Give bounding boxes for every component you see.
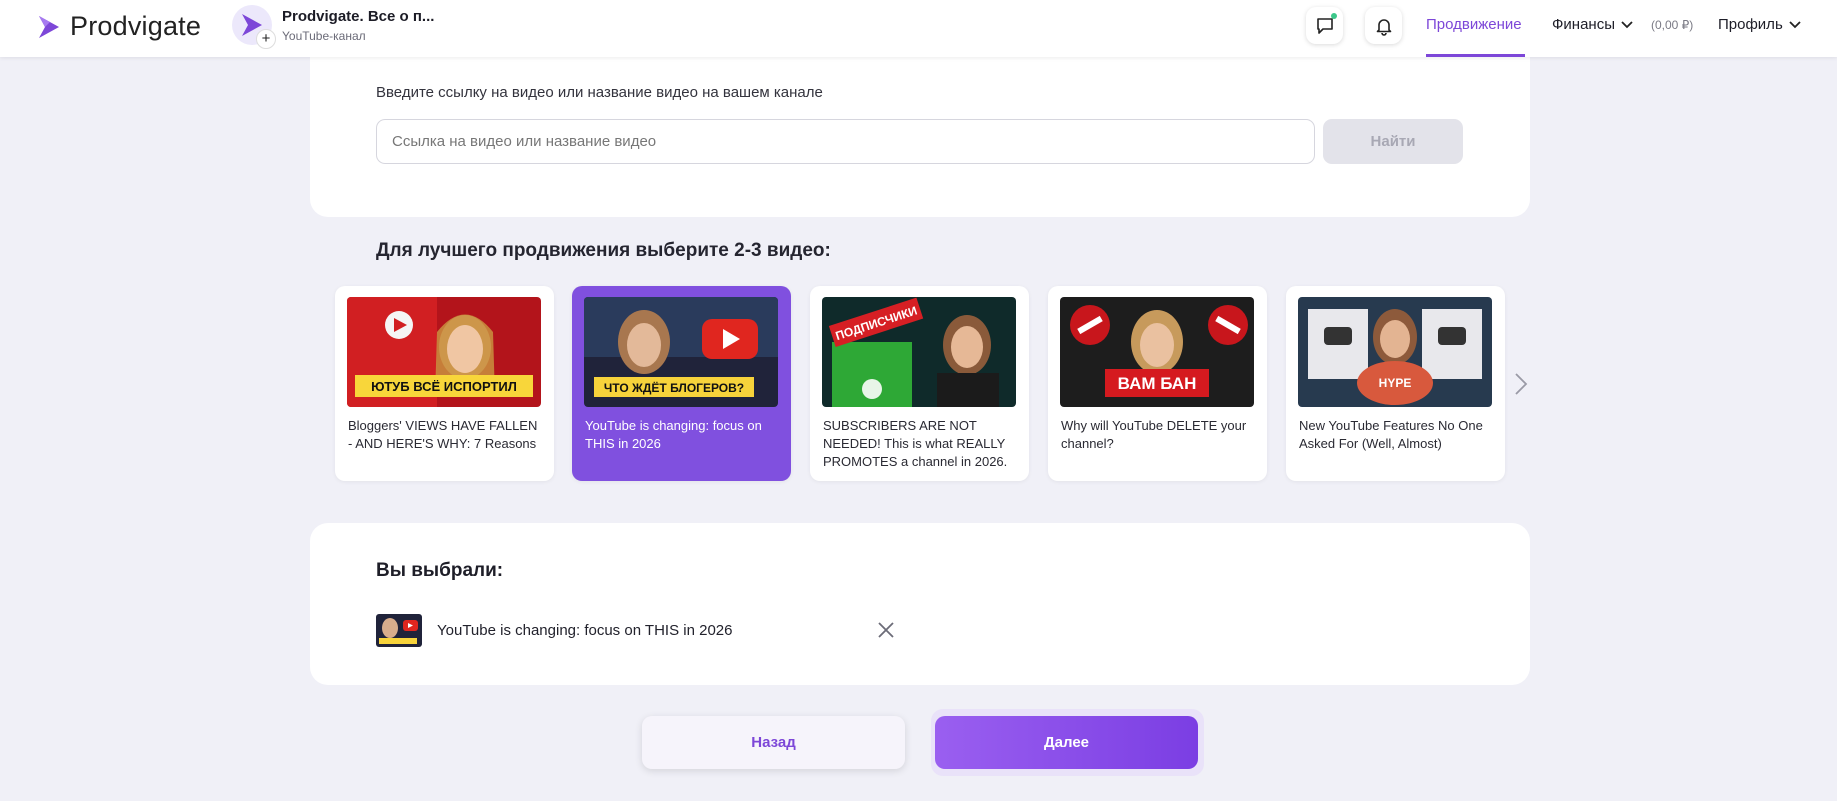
video-search-input[interactable]	[376, 119, 1315, 164]
selected-video-title: YouTube is changing: focus on THIS in 20…	[437, 622, 733, 639]
messages-button[interactable]	[1306, 7, 1343, 44]
selected-video-thumbnail	[376, 614, 422, 647]
thumb-caption: ЮТУБ ВСЁ ИСПОРТИЛ	[371, 379, 517, 394]
remove-selected-icon[interactable]	[876, 620, 896, 640]
channel-switcher[interactable]: + Prodvigate. Все о п... YouTube-канал	[232, 5, 435, 49]
video-thumbnail: ВАМ БАН	[1060, 297, 1254, 407]
bell-icon	[1376, 18, 1391, 36]
selected-section-title: Вы выбрали:	[376, 560, 504, 581]
add-channel-icon[interactable]: +	[256, 29, 276, 49]
find-button[interactable]: Найти	[1323, 119, 1463, 164]
video-title: New YouTube Features No One Asked For (W…	[1299, 418, 1483, 451]
video-title: Why will YouTube DELETE your channel?	[1061, 418, 1247, 451]
chevron-down-icon	[1789, 20, 1801, 28]
nav-promotion[interactable]: Продвижение	[1426, 16, 1522, 33]
video-title: YouTube is changing: focus on THIS in 20…	[585, 418, 762, 451]
video-title: Bloggers' VIEWS HAVE FALLEN - AND HERE'S…	[348, 418, 538, 451]
selected-video-item: YouTube is changing: focus on THIS in 20…	[376, 614, 732, 647]
video-thumbnail: ЮТУБ ВСЁ ИСПОРТИЛ	[347, 297, 541, 407]
channel-avatar[interactable]: +	[232, 5, 276, 49]
channel-type: YouTube-канал	[282, 28, 366, 43]
unread-dot	[1331, 13, 1337, 19]
video-thumbnail: ЧТО ЖДЁТ БЛОГЕРОВ?	[584, 297, 778, 407]
chevron-down-icon	[1621, 20, 1633, 28]
thumb-caption: ЧТО ЖДЁТ БЛОГЕРОВ?	[604, 380, 744, 395]
search-hint: Введите ссылку на видео или название вид…	[376, 84, 823, 101]
next-button[interactable]: Далее	[935, 716, 1198, 769]
thumb-caption: ВАМ БАН	[1118, 374, 1197, 393]
logo-text: Prodvigate	[70, 11, 202, 41]
notifications-button[interactable]	[1365, 7, 1402, 44]
carousel-next-icon[interactable]	[1514, 372, 1528, 396]
video-card[interactable]: HYPE New YouTube Features No One Asked F…	[1286, 286, 1505, 481]
back-button[interactable]: Назад	[642, 716, 905, 769]
selected-videos-card	[310, 523, 1530, 685]
thumb-caption: HYPE	[1379, 376, 1412, 390]
channel-name: Prodvigate. Все о п...	[282, 7, 435, 25]
nav-finance-label: Финансы	[1552, 16, 1615, 33]
video-card[interactable]: ПОДПИСЧИКИ SUBSCRIBERS ARE NOT NEEDED! T…	[810, 286, 1029, 481]
video-card[interactable]: ВАМ БАН Why will YouTube DELETE your cha…	[1048, 286, 1267, 481]
video-card[interactable]: ЮТУБ ВСЁ ИСПОРТИЛ Bloggers' VIEWS HAVE F…	[335, 286, 554, 481]
video-thumbnail: ПОДПИСЧИКИ	[822, 297, 1016, 407]
nav-profile-label: Профиль	[1718, 16, 1783, 33]
video-card-selected[interactable]: ЧТО ЖДЁТ БЛОГЕРОВ? YouTube is changing: …	[572, 286, 791, 481]
video-thumbnail: HYPE	[1298, 297, 1492, 407]
nav-active-indicator	[1426, 54, 1525, 57]
balance-value: (0,00 ₽)	[1650, 17, 1694, 32]
nav-finance[interactable]: Финансы (0,00 ₽)	[1552, 16, 1693, 33]
logo-icon	[39, 15, 59, 38]
top-navbar: Prodvigate + Prodvigate. Все о п... YouT…	[0, 0, 1837, 57]
videos-section-title: Для лучшего продвижения выберите 2-3 вид…	[376, 240, 831, 261]
logo[interactable]: Prodvigate	[36, 11, 201, 42]
video-title: SUBSCRIBERS ARE NOT NEEDED! This is what…	[823, 418, 1008, 469]
nav-profile[interactable]: Профиль	[1718, 16, 1801, 33]
